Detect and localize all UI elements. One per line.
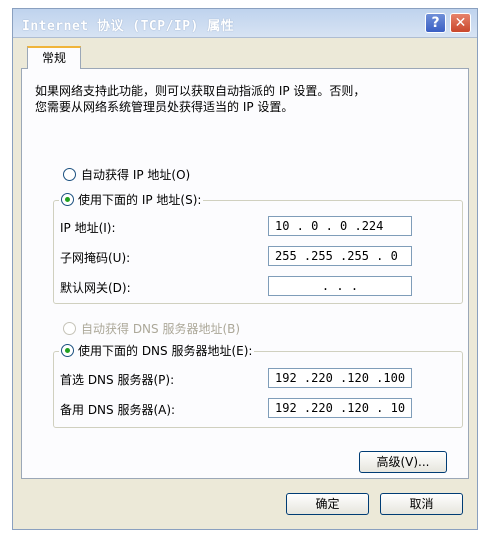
manual-dns-label[interactable]: 使用下面的 DNS 服务器地址(E): [78, 344, 252, 358]
close-icon: ✕ [454, 15, 467, 31]
window-title: Internet 协议 (TCP/IP) 属性 [22, 19, 235, 34]
preferred-dns-label: 首选 DNS 服务器(P): [60, 373, 175, 387]
dns-settings-group: 使用下面的 DNS 服务器地址(E): 首选 DNS 服务器(P): 192 .… [53, 342, 463, 428]
subnet-mask-field[interactable]: 255 .255 .255 . 0 [268, 246, 412, 266]
manual-dns-radio[interactable] [61, 344, 74, 357]
auto-dns-radio[interactable] [63, 322, 76, 335]
alternate-dns-field[interactable]: 192 .220 .120 . 10 [268, 398, 412, 418]
manual-ip-label[interactable]: 使用下面的 IP 地址(S): [78, 193, 201, 207]
default-gateway-label: 默认网关(D): [60, 281, 131, 295]
help-button[interactable]: ? [425, 13, 446, 33]
ip-settings-group: 使用下面的 IP 地址(S): IP 地址(I): 10 . 0 . 0 .22… [53, 191, 463, 304]
title-bar[interactable]: Internet 协议 (TCP/IP) 属性 ? ✕ [13, 9, 477, 38]
auto-ip-radio[interactable] [63, 168, 76, 181]
manual-ip-radio[interactable] [61, 193, 74, 206]
default-gateway-field[interactable]: . . . [268, 276, 412, 296]
ip-address-label: IP 地址(I): [60, 221, 116, 235]
ok-button[interactable]: 确定 [286, 493, 369, 515]
ip-address-field[interactable]: 10 . 0 . 0 .224 [268, 216, 412, 236]
general-tab-panel: 如果网络支持此功能，则可以获取自动指派的 IP 设置。否则， 您需要从网络系统管… [21, 68, 469, 479]
description-text: 如果网络支持此功能，则可以获取自动指派的 IP 设置。否则， 您需要从网络系统管… [35, 84, 366, 114]
ip-group-legend: 使用下面的 IP 地址(S): [59, 191, 204, 208]
help-icon: ? [431, 15, 440, 31]
auto-dns-label[interactable]: 自动获得 DNS 服务器地址(B) [81, 320, 240, 337]
tab-general[interactable]: 常规 [27, 46, 81, 69]
alternate-dns-label: 备用 DNS 服务器(A): [60, 403, 176, 417]
close-button[interactable]: ✕ [450, 13, 471, 33]
tcpip-properties-dialog: Internet 协议 (TCP/IP) 属性 ? ✕ 常规 如果网络支持此功能… [12, 8, 478, 530]
cancel-button[interactable]: 取消 [380, 493, 463, 515]
subnet-mask-label: 子网掩码(U): [60, 251, 131, 265]
auto-ip-label[interactable]: 自动获得 IP 地址(O) [81, 166, 190, 183]
dns-group-legend: 使用下面的 DNS 服务器地址(E): [59, 342, 255, 359]
advanced-button[interactable]: 高级(V)... [359, 451, 447, 473]
preferred-dns-field[interactable]: 192 .220 .120 .100 [268, 368, 412, 388]
